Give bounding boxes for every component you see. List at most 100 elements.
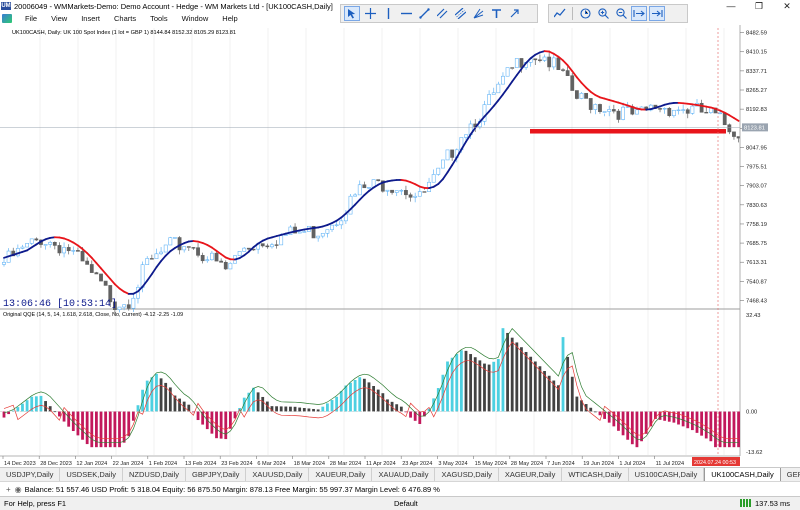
histogram-bar [224,411,228,440]
tab-usdjpy[interactable]: USDJPY,Daily [0,468,61,481]
arrows-icon[interactable] [506,6,522,21]
price-chart[interactable]: 8482.598410.158337.718265.278192.838120.… [0,25,800,467]
tab-xageur[interactable]: XAGEUR,Daily [499,468,563,481]
tab-ger30cash[interactable]: GER30CASH,Daily [781,468,800,481]
tab-us100cash[interactable]: US100CASH,Daily [629,468,705,481]
histogram-bar [25,400,29,412]
candle-body [431,174,436,183]
candle-body [173,237,177,239]
tab-wticash[interactable]: WTICASH,Daily [562,468,629,481]
candle-body [302,231,307,233]
histogram-bar [473,357,477,412]
tab-usdsek[interactable]: USDSEK,Daily [60,468,123,481]
candle-body [658,108,662,110]
histogram-bar [289,406,292,412]
autoscroll-icon[interactable] [631,6,647,21]
candle-body [440,159,445,169]
histogram-bar [196,411,200,421]
histogram-bar [353,379,357,412]
chart-window[interactable]: 8482.598410.158337.718265.278192.838120.… [0,25,800,467]
candle-body [325,229,330,234]
histogram-bar [709,411,713,442]
histogram-bar [344,385,348,412]
histogram-bar [386,399,389,412]
price-tick-label: 7468.43 [746,298,767,304]
histogram-bar [34,396,38,412]
candle-body [48,242,53,245]
zoom-out-icon[interactable] [613,6,629,21]
candle-body [616,110,621,120]
menu-insert[interactable]: Insert [74,14,107,23]
histogram-bar [275,406,278,412]
candle-body [722,112,727,126]
minimize-button[interactable]: — [718,0,744,12]
candle-body [57,245,62,254]
tab-xaueur[interactable]: XAUEUR,Daily [309,468,373,481]
tab-xauusd[interactable]: XAUUSD,Daily [246,468,310,481]
restore-button[interactable]: ❐ [746,0,772,12]
candle-body [334,224,339,226]
tab-uk100cash[interactable]: UK100CASH,Daily [704,468,781,481]
equidistant-channel-icon[interactable] [452,6,468,21]
menu-bar: File View Insert Charts Tools Window Hel… [0,12,340,25]
andrews-pitchfork-icon[interactable] [470,6,486,21]
current-price-label: 8123.81 [744,125,765,131]
menu-view[interactable]: View [44,14,74,23]
candle-body [362,184,367,189]
candle-body [635,109,639,115]
histogram-bar [409,411,412,418]
candle-body [205,259,210,262]
vertical-line-icon[interactable] [380,6,396,21]
candle-body [339,220,344,226]
candle-body [611,109,616,112]
chart-header: UK100CASH, Daily: UK 100 Spot Index (1 l… [12,30,236,36]
candle-body [547,56,552,68]
menu-file[interactable]: File [18,14,44,23]
candle-body [491,92,496,95]
candle-body [66,247,71,252]
histogram-bar [399,406,403,412]
text-icon[interactable] [488,6,504,21]
candle-body [43,244,48,246]
trendline-icon[interactable] [416,6,432,21]
menu-charts[interactable]: Charts [107,14,143,23]
candle-body [574,90,579,99]
histogram-bar [737,411,740,448]
candle-body [464,134,468,138]
candle-body [376,179,381,182]
candle-body [565,70,570,76]
price-tick-label: 7540.87 [746,279,767,285]
fib-channel-icon[interactable] [434,6,450,21]
zoom-in-icon[interactable] [595,6,611,21]
pointer-icon[interactable] [344,6,360,21]
histogram-bar [723,411,727,448]
candle-body [145,258,150,265]
price-tick-label: 7685.75 [746,241,767,247]
chart-period-icon[interactable] [577,6,593,21]
status-profile[interactable]: Default [394,499,418,508]
candle-body [579,92,584,99]
horizontal-line-icon[interactable] [398,6,414,21]
close-button[interactable]: ✕ [774,0,800,12]
candle-body [390,189,394,193]
price-tick-label: 8482.59 [746,31,767,37]
histogram-bar [108,411,112,448]
histogram-bar [279,406,283,412]
tab-nzdusd[interactable]: NZDUSD,Daily [123,468,187,481]
candle-body [353,194,358,197]
menu-window[interactable]: Window [175,14,216,23]
tab-gbpjpy[interactable]: GBPJPY,Daily [186,468,247,481]
menu-help[interactable]: Help [215,14,244,23]
indicators-icon[interactable] [552,6,568,21]
menu-tools[interactable]: Tools [143,14,175,23]
expand-icon[interactable]: + [6,485,11,494]
candle-body [394,190,399,193]
tab-xagusd[interactable]: XAGUSD,Daily [435,468,499,481]
crosshair-icon[interactable] [362,6,378,21]
candle-body [570,75,575,91]
candle-body [94,272,99,275]
histogram-bar [118,411,121,448]
tab-xauaud[interactable]: XAUAUD,Daily [372,468,436,481]
chart-shift-icon[interactable] [649,6,665,21]
candle-body [154,253,159,259]
